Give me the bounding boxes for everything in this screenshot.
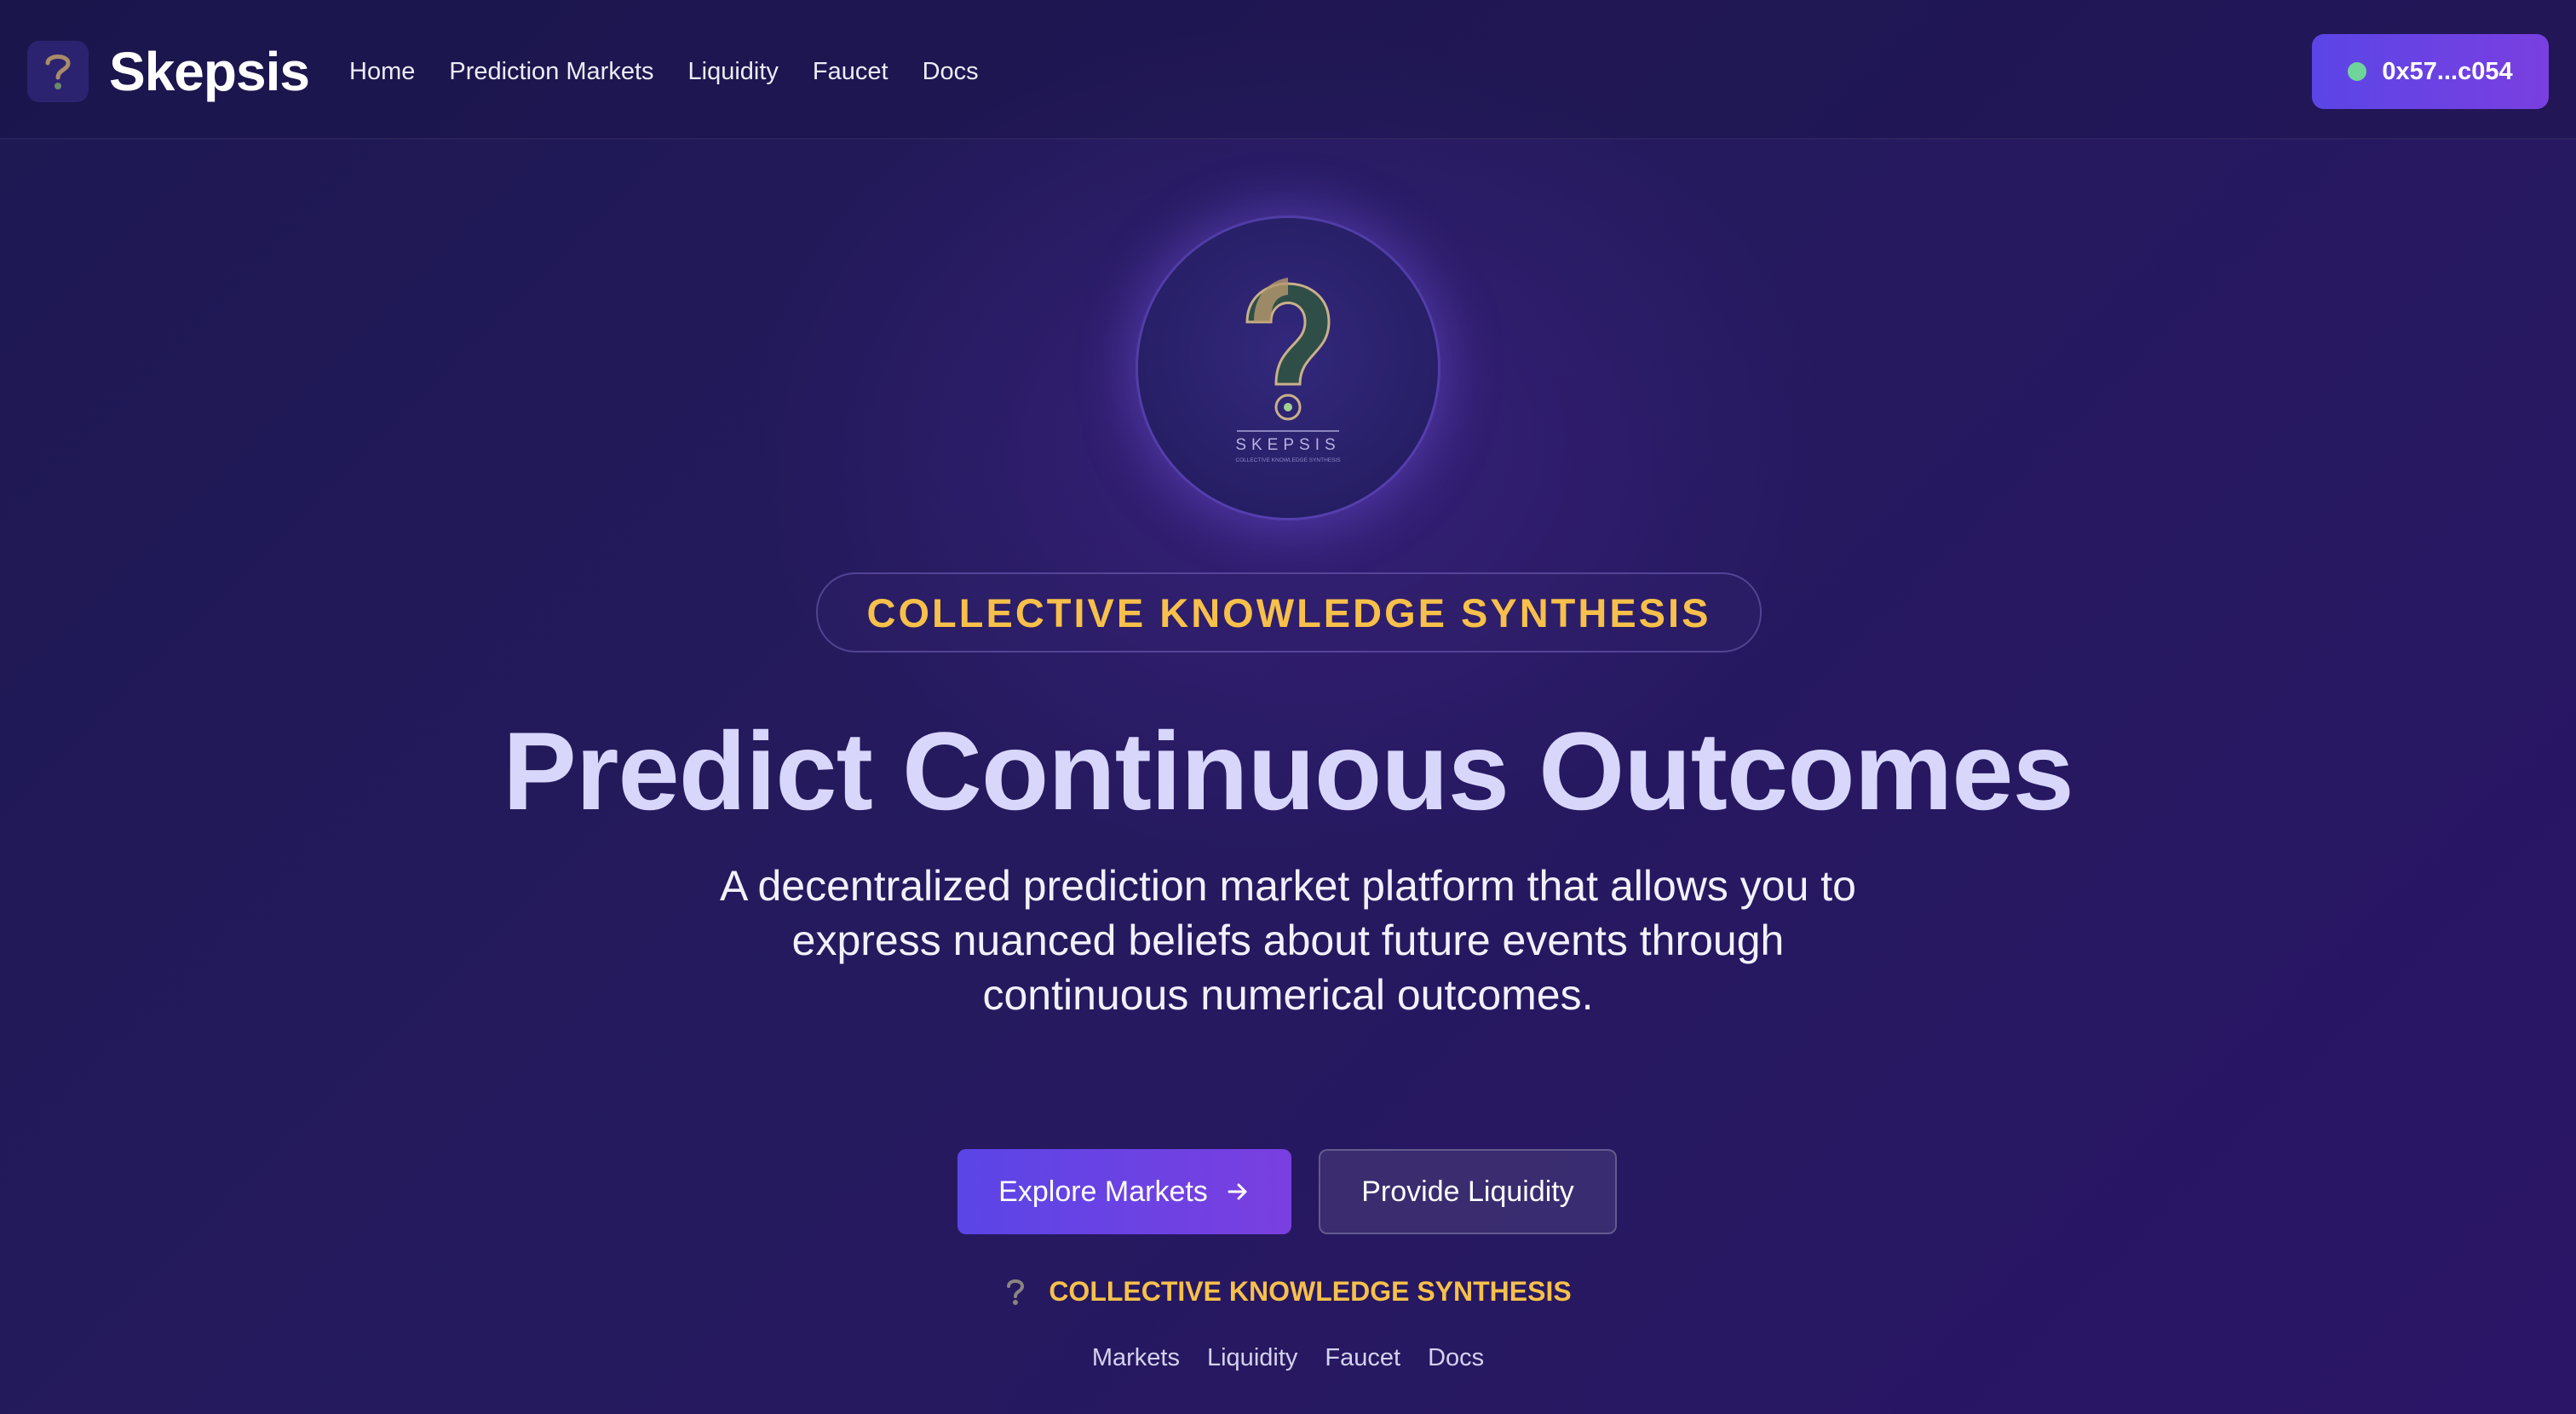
question-mark-emblem-icon: SKEPSIS COLLECTIVE KNOWLEDGE SYNTHESIS bbox=[1235, 278, 1341, 463]
footer-link-docs[interactable]: Docs bbox=[1428, 1344, 1484, 1372]
connected-status-dot bbox=[2348, 62, 2367, 81]
question-mark-logo-icon bbox=[1007, 1279, 1025, 1305]
footer-link-liquidity[interactable]: Liquidity bbox=[1207, 1344, 1297, 1372]
top-navbar: Skepsis Home Prediction Markets Liquidit… bbox=[0, 0, 2576, 140]
hero-logo: SKEPSIS COLLECTIVE KNOWLEDGE SYNTHESIS bbox=[1138, 218, 1438, 518]
brand-name[interactable]: Skepsis bbox=[109, 37, 310, 106]
explore-markets-label: Explore Markets bbox=[998, 1175, 1208, 1208]
provide-liquidity-button[interactable]: Provide Liquidity bbox=[1319, 1149, 1617, 1234]
nav-faucet[interactable]: Faucet bbox=[813, 51, 888, 92]
footer-link-markets[interactable]: Markets bbox=[1092, 1344, 1180, 1372]
nav-docs[interactable]: Docs bbox=[923, 51, 979, 92]
footer-link-faucet[interactable]: Faucet bbox=[1325, 1344, 1400, 1372]
emblem-word: SKEPSIS bbox=[1235, 436, 1340, 454]
emblem-caption: COLLECTIVE KNOWLEDGE SYNTHESIS bbox=[1235, 457, 1341, 463]
footer-tagline: COLLECTIVE KNOWLEDGE SYNTHESIS bbox=[1049, 1276, 1572, 1307]
footer-brand: COLLECTIVE KNOWLEDGE SYNTHESIS bbox=[0, 1276, 2576, 1308]
nav-home[interactable]: Home bbox=[349, 51, 415, 92]
explore-markets-button[interactable]: Explore Markets bbox=[957, 1149, 1291, 1234]
hero-description: A decentralized prediction market platfo… bbox=[719, 862, 1856, 1019]
question-mark-logo-icon bbox=[45, 55, 71, 89]
nav-prediction-markets[interactable]: Prediction Markets bbox=[449, 51, 653, 92]
arrow-right-icon bbox=[1228, 1183, 1247, 1200]
tagline-badge: COLLECTIVE KNOWLEDGE SYNTHESIS bbox=[816, 572, 1762, 652]
wallet-button[interactable]: 0x57...c054 bbox=[2312, 34, 2549, 109]
brand-logo[interactable] bbox=[27, 41, 89, 102]
nav-liquidity[interactable]: Liquidity bbox=[688, 51, 779, 92]
main-nav: Home Prediction Markets Liquidity Faucet… bbox=[349, 51, 979, 92]
page-title: Predict Continuous Outcomes bbox=[503, 709, 2074, 833]
footer-nav: Markets Liquidity Faucet Docs bbox=[0, 1344, 2576, 1372]
wallet-address: 0x57...c054 bbox=[2382, 57, 2513, 85]
